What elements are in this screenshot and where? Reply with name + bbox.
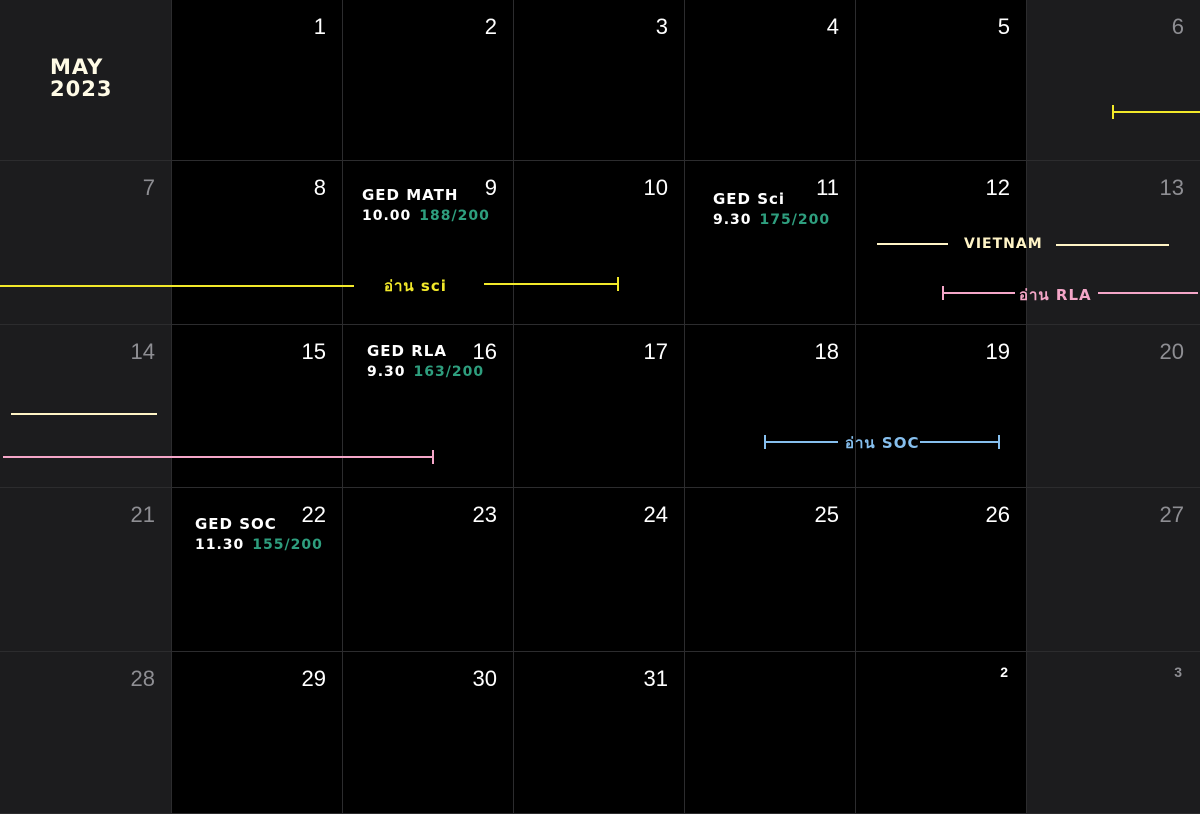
exam-note-sci: GED Sci 9.30 175/200 [713,190,830,228]
day-cell[interactable]: 17 [514,325,685,488]
day-cell[interactable]: 15 [172,325,343,488]
day-number: 21 [130,502,155,527]
day-cell[interactable]: 29 [172,652,343,814]
day-cell[interactable] [685,652,856,814]
day-number: 26 [985,502,1010,527]
day-cell[interactable]: 24 [514,488,685,652]
day-cell[interactable]: 4 [685,0,856,161]
day-number: 29 [301,666,326,691]
day-cell[interactable]: 8 [172,161,343,325]
day-cell[interactable]: 23 [343,488,514,652]
month-year-label: MAY 2023 [50,56,112,100]
day-cell[interactable]: 14 [0,325,172,488]
day-number: 8 [313,175,326,200]
year-label-text: 2023 [50,77,113,101]
span-label-read-soc: อ่าน SOC [845,434,920,452]
day-cell[interactable]: 25 [685,488,856,652]
day-number: 30 [472,666,497,691]
month-calendar: MAY 2023 1 2 3 4 5 6 7 8 9 10 11 12 13 1… [0,0,1200,814]
day-number: 27 [1159,502,1184,527]
exam-score: 175/200 [759,212,831,228]
day-cell[interactable]: 5 [856,0,1027,161]
day-number: 6 [1171,14,1184,39]
exam-time: 10.00 [362,208,412,224]
day-cell[interactable]: 27 [1027,488,1200,652]
exam-time: 9.30 [367,364,406,380]
day-cell[interactable]: 31 [514,652,685,814]
day-cell[interactable]: 21 [0,488,172,652]
day-number: 3 [655,14,668,39]
day-number: 2 [1000,664,1008,680]
day-number: 17 [643,339,668,364]
day-cell[interactable]: 26 [856,488,1027,652]
day-cell[interactable]: 7 [0,161,172,325]
day-cell[interactable]: 28 [0,652,172,814]
day-number: 14 [130,339,155,364]
day-number: 25 [814,502,839,527]
exam-score: 155/200 [252,537,323,553]
exam-title: GED MATH [362,186,459,204]
exam-title: GED SOC [195,515,277,533]
exam-note-math: GED MATH 10.00 188/200 [362,186,490,224]
day-number: 12 [985,175,1010,200]
span-label-vietnam: VIETNAM [964,236,1043,252]
day-number: 4 [826,14,839,39]
exam-note-soc: GED SOC 11.30 155/200 [195,515,323,553]
day-cell[interactable]: 19 [856,325,1027,488]
day-cell[interactable]: 22 [172,488,343,652]
day-number: 23 [472,502,497,527]
day-cell[interactable]: 20 [1027,325,1200,488]
day-cell[interactable]: 11 [685,161,856,325]
day-cell[interactable]: 3 [514,0,685,161]
day-number: 31 [643,666,668,691]
day-number: 13 [1159,175,1184,200]
exam-time: 11.30 [195,537,245,553]
day-number: 2 [484,14,497,39]
span-label-read-rla: อ่าน RLA [1019,286,1092,304]
day-cell[interactable]: 2 [343,0,514,161]
day-cell[interactable]: 10 [514,161,685,325]
exam-score: 163/200 [413,364,485,380]
day-cell[interactable]: 6 [1027,0,1200,161]
day-cell[interactable]: MAY 2023 [0,0,172,161]
day-number: 28 [130,666,155,691]
day-cell[interactable]: 1 [172,0,343,161]
day-number: 20 [1159,339,1184,364]
exam-title: GED Sci [713,190,786,208]
day-number: 10 [643,175,668,200]
exam-note-rla: GED RLA 9.30 163/200 [367,342,484,380]
month-label-text: MAY [50,55,104,79]
day-cell[interactable]: 2 [856,652,1027,814]
day-cell[interactable]: 3 [1027,652,1200,814]
day-number: 5 [997,14,1010,39]
exam-time: 9.30 [713,212,752,228]
day-number: 19 [985,339,1010,364]
day-number: 7 [142,175,155,200]
day-number: 1 [313,14,326,39]
day-cell[interactable]: 30 [343,652,514,814]
day-number: 15 [301,339,326,364]
exam-title: GED RLA [367,342,447,360]
span-label-read-sci: อ่าน sci [384,277,447,295]
day-number: 24 [643,502,668,527]
day-number: 3 [1174,664,1182,680]
day-cell[interactable]: 18 [685,325,856,488]
day-number: 18 [814,339,839,364]
exam-score: 188/200 [419,208,490,224]
